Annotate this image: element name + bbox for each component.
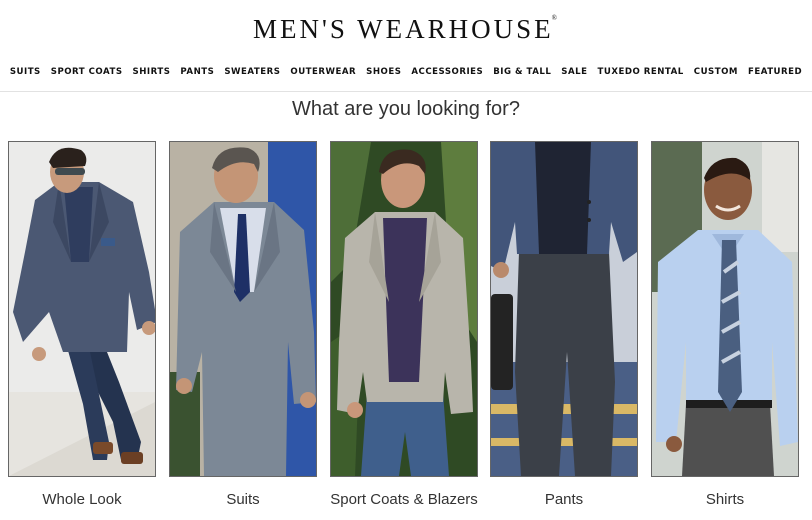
category-tile-shirts[interactable]: Shirts [651,141,799,508]
nav-item-suits[interactable]: SUITS [10,67,41,77]
nav-item-custom[interactable]: CUSTOM [694,67,738,77]
nav-item-featured[interactable]: FEATURED [748,67,802,77]
nav-item-sweaters[interactable]: SWEATERS [224,67,280,77]
main-nav: SUITS SPORT COATS SHIRTS PANTS SWEATERS … [0,67,812,77]
header-divider [0,91,812,92]
category-image-shirts[interactable] [651,141,799,477]
nav-item-sale[interactable]: SALE [561,67,587,77]
category-image-pants[interactable] [490,141,638,477]
nav-item-tuxedo-rental[interactable]: TUXEDO RENTAL [597,67,683,77]
nav-item-sport-coats[interactable]: SPORT COATS [51,67,123,77]
category-label-shirts[interactable]: Shirts [651,491,799,508]
category-label-whole-look[interactable]: Whole Look [8,491,156,508]
page-heading: What are you looking for? [292,98,520,120]
category-tile-pants[interactable]: Pants [490,141,638,508]
nav-item-pants[interactable]: PANTS [180,67,214,77]
category-image-suits[interactable] [169,141,317,477]
brand-name: MEN'S WEARHOUSE [253,14,554,44]
category-tile-suits[interactable]: Suits [169,141,317,508]
category-label-sport-coats-blazers[interactable]: Sport Coats & Blazers [330,491,478,508]
category-label-suits[interactable]: Suits [169,491,317,508]
nav-item-accessories[interactable]: ACCESSORIES [411,67,483,77]
registered-mark: ® [551,14,557,22]
category-tile-sport-coats-blazers[interactable]: Sport Coats & Blazers [330,141,478,508]
category-image-sport-coats-blazers[interactable] [330,141,478,477]
brand-logo[interactable]: MEN'S WEARHOUSE® [0,14,812,45]
nav-item-big-tall[interactable]: BIG & TALL [493,67,551,77]
category-label-pants[interactable]: Pants [490,491,638,508]
category-tile-whole-look[interactable]: Whole Look [8,141,156,508]
nav-item-outerwear[interactable]: OUTERWEAR [290,67,356,77]
category-image-whole-look[interactable] [8,141,156,477]
nav-item-shoes[interactable]: SHOES [366,67,401,77]
nav-item-shirts[interactable]: SHIRTS [133,67,171,77]
